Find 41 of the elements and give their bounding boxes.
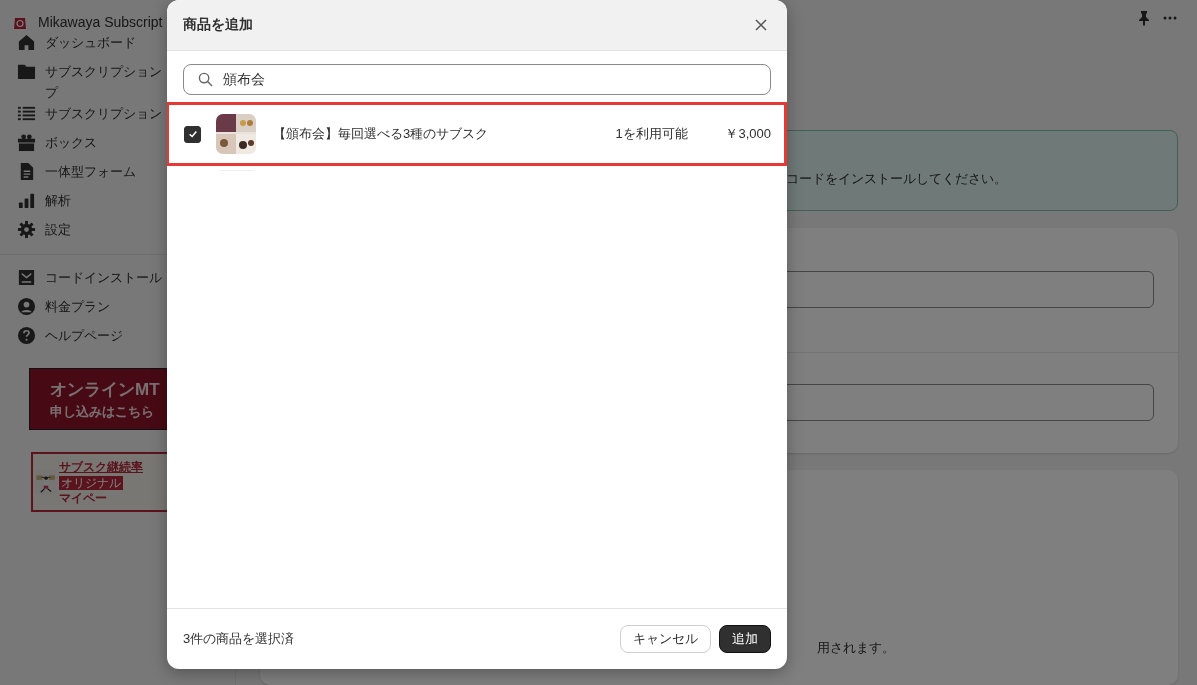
home-icon <box>17 33 36 52</box>
folder-icon <box>17 62 36 81</box>
sidebar-item[interactable]: 一体型フォーム <box>45 161 136 182</box>
list-icon <box>17 104 36 123</box>
ad-title: サブスク継続率 <box>59 459 143 475</box>
cancel-button[interactable]: キャンセル <box>620 625 711 653</box>
help-icon <box>17 326 36 345</box>
search-field[interactable]: 頒布会 <box>183 64 771 95</box>
sidebar-item[interactable]: コードインストール <box>45 267 162 288</box>
availability-text: 1を利用可能 <box>615 125 689 143</box>
product-row[interactable]: 【頒布会】毎回選べる3種のサブスク 1を利用可能 ￥3,000 <box>167 105 787 163</box>
sidebar-item[interactable]: ヘルプページ <box>45 325 123 346</box>
checkbox[interactable] <box>184 125 201 143</box>
product-price: ￥3,000 <box>725 125 771 143</box>
sidebar-item[interactable]: サブスクリプション <box>45 61 162 82</box>
pin-icon[interactable] <box>1136 9 1152 26</box>
sidebar-item[interactable]: ボックス <box>45 132 97 153</box>
sidebar-item[interactable]: ダッシュボード <box>45 32 136 53</box>
close-icon <box>755 19 767 31</box>
user-icon <box>17 297 36 316</box>
ad-text: マイペー <box>59 490 107 505</box>
bar-chart-icon <box>17 191 36 210</box>
banner-text: オンラインMT <box>50 378 160 401</box>
banner-text: 申し込みはこちら <box>50 402 154 421</box>
dialog-title: 商品を追加 <box>183 16 253 34</box>
search-icon <box>198 72 213 87</box>
download-icon <box>17 268 36 287</box>
sidebar-item[interactable]: 設定 <box>45 219 71 240</box>
sidebar-item[interactable]: 料金プラン <box>45 296 110 317</box>
note-text: 用されます。 <box>817 639 895 657</box>
sidebar-item-continued[interactable]: プ <box>45 82 58 103</box>
check-icon <box>187 129 198 139</box>
sidebar-item[interactable]: サブスクリプション <box>45 103 162 124</box>
selection-summary: 3件の商品を選択済 <box>183 630 295 648</box>
add-button[interactable]: 追加 <box>719 625 771 653</box>
notice-text: コードをインストールしてください。 <box>786 169 1007 188</box>
ad-badge: オリジナル <box>59 475 123 490</box>
gift-icon <box>17 133 36 152</box>
sidebar-item[interactable]: 解析 <box>45 190 71 211</box>
app-name: Mikawaya Subscript <box>38 14 163 30</box>
product-name: 【頒布会】毎回選べる3種のサブスク <box>273 125 490 143</box>
